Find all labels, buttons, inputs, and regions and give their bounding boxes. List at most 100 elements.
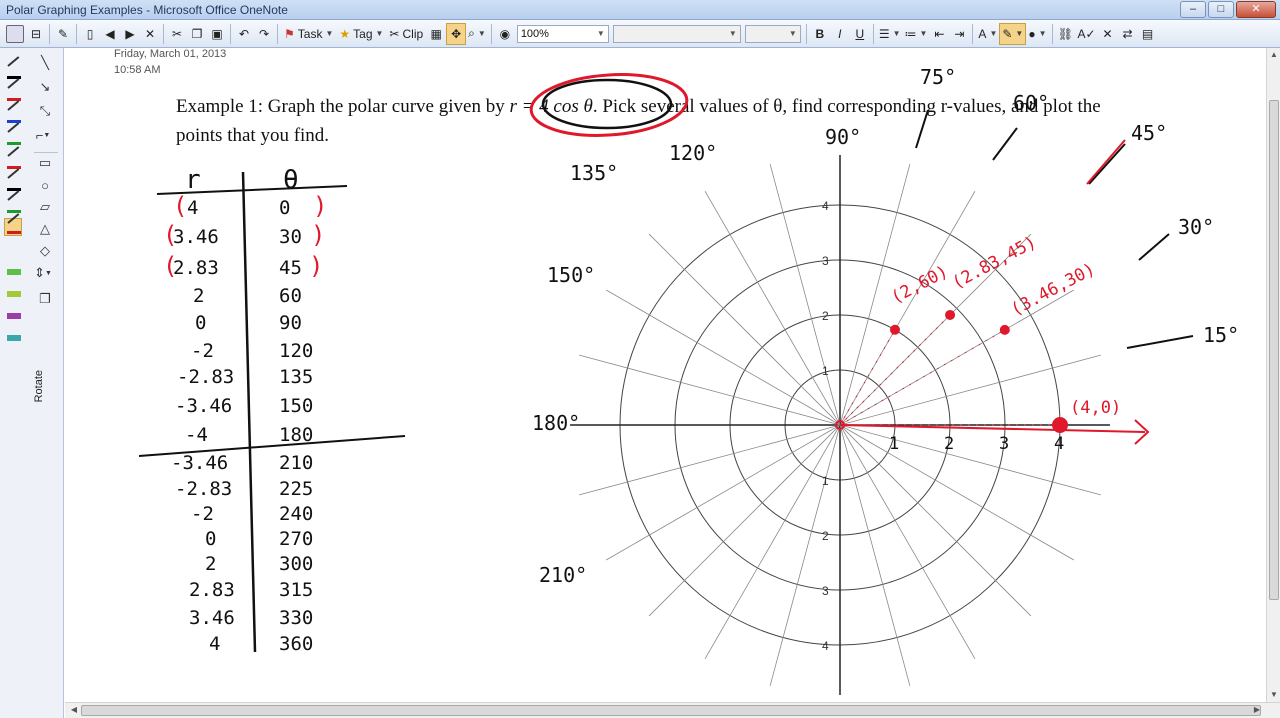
zoom-select[interactable]: 100% ▼ — [516, 24, 609, 43]
scroll-down-icon[interactable]: ▼ — [1267, 688, 1280, 702]
more-icon[interactable]: ▤ — [1138, 23, 1158, 45]
clip-button[interactable]: ✂ Clip — [386, 23, 426, 45]
red-paren: ) — [313, 192, 327, 220]
table-cell-theta: 60 — [279, 285, 302, 307]
table-cell-theta: 180 — [279, 424, 313, 446]
font-size-select[interactable]: ▼ — [744, 24, 801, 43]
vertical-scrollbar[interactable]: ▲ ▼ — [1266, 48, 1280, 702]
new-page-icon[interactable]: ▯ — [80, 23, 100, 45]
link-icon[interactable]: ⛓ — [1056, 23, 1076, 45]
font-select[interactable]: ▼ — [612, 24, 741, 43]
rectangle-tool-icon[interactable]: ▭ — [36, 154, 54, 172]
angle-tick-stroke — [1138, 233, 1170, 261]
highlight-icon[interactable]: ● ▼ — [1026, 23, 1048, 45]
copy-icon[interactable]: ❐ — [187, 23, 207, 45]
back-icon[interactable]: ◀ — [100, 23, 120, 45]
forward-icon[interactable]: ▶ — [120, 23, 140, 45]
parallelogram-tool-icon[interactable]: ▱ — [36, 198, 54, 216]
point-label: (2,60) — [888, 262, 952, 308]
lasso-icon[interactable]: ⌕ ▼ — [466, 23, 488, 45]
window-controls: – □ ✕ — [1180, 1, 1276, 18]
dock-icon[interactable]: ⊟ — [26, 23, 46, 45]
bold-icon[interactable]: B — [810, 23, 830, 45]
pen-icon[interactable]: ✎ — [53, 23, 73, 45]
angle-tick-stroke — [1088, 143, 1126, 185]
table-cell-theta: 45 — [279, 257, 302, 279]
undo-icon[interactable]: ↶ — [234, 23, 254, 45]
pen-green-icon[interactable] — [5, 122, 23, 146]
pan-icon[interactable]: ✥ — [446, 22, 467, 45]
insert-space-icon[interactable]: ⇕ ▼ — [34, 264, 52, 282]
pen-black-icon[interactable] — [5, 56, 23, 80]
arrow-tool-icon[interactable]: ↘ — [36, 78, 54, 96]
italic-icon[interactable]: I — [830, 23, 850, 45]
table-cell-r: -3.46 — [171, 452, 228, 474]
rotate-button[interactable]: Rotate — [33, 370, 45, 402]
pen-blue-icon[interactable] — [5, 100, 23, 124]
clear-format-icon[interactable]: ✕ — [1098, 23, 1118, 45]
task-button[interactable]: ⚑ Task ▼ — [281, 23, 336, 45]
redo-icon[interactable]: ↷ — [254, 23, 274, 45]
scissors-icon: ✂ — [389, 26, 400, 41]
pen-red-icon[interactable] — [5, 78, 23, 102]
scroll-right-icon[interactable]: ▶ — [1250, 703, 1264, 717]
minimize-button[interactable]: – — [1180, 1, 1206, 18]
table-cell-theta: 210 — [279, 452, 313, 474]
toolbar-separator — [230, 23, 231, 44]
angle-label: 90° — [825, 125, 861, 149]
spelling-icon[interactable]: A✓ — [1076, 23, 1098, 45]
title-bar: Polar Graphing Examples - Microsoft Offi… — [0, 0, 1280, 20]
scroll-left-icon[interactable]: ◀ — [67, 703, 81, 717]
font-color-icon[interactable]: A ▼ — [976, 23, 999, 45]
highlighter-teal-icon[interactable] — [5, 324, 23, 342]
pen-color-icon[interactable]: ✎ ▼ — [999, 22, 1027, 45]
ellipse-tool-icon[interactable]: ○ — [36, 176, 54, 194]
double-arrow-tool-icon[interactable]: ⤡ — [36, 102, 54, 120]
cut-icon[interactable]: ✂ — [167, 23, 187, 45]
angle-label: 30° — [1178, 215, 1214, 239]
line-tool-icon[interactable]: ╲ — [36, 54, 54, 72]
table-cell-theta: 225 — [279, 478, 313, 500]
arrange-icon[interactable]: ❐ — [36, 290, 54, 308]
triangle-tool-icon[interactable]: △ — [36, 220, 54, 238]
replace-icon[interactable]: ⇄ — [1118, 23, 1138, 45]
x-axis-tick-label: 2 — [944, 434, 954, 454]
toolbar-separator — [490, 23, 492, 44]
toolbar-separator — [972, 23, 974, 44]
page-view-icon[interactable] — [4, 23, 26, 45]
highlighter-pink-icon[interactable] — [5, 302, 23, 320]
globe-icon[interactable]: ◉ — [495, 23, 515, 45]
horizontal-scroll-thumb[interactable] — [81, 705, 1261, 716]
indent-icon[interactable]: ⇥ — [949, 23, 969, 45]
numbering-icon[interactable]: ≔ ▼ — [903, 23, 930, 45]
vertical-scroll-thumb[interactable] — [1269, 100, 1279, 600]
red-paren: ) — [311, 221, 325, 249]
chevron-down-icon: ▼ — [728, 29, 737, 38]
maximize-button[interactable]: □ — [1208, 1, 1234, 18]
pen-red2-icon[interactable] — [5, 146, 23, 170]
chevron-down-icon: ▼ — [375, 29, 384, 38]
toolbar-separator — [277, 23, 278, 44]
pen-green2-icon[interactable] — [5, 190, 23, 214]
highlighter-yellow-icon[interactable] — [5, 280, 23, 298]
close-button[interactable]: ✕ — [1236, 1, 1276, 18]
paste-icon[interactable]: ▣ — [207, 23, 227, 45]
bullets-icon[interactable]: ☰ ▼ — [877, 23, 903, 45]
underline-icon[interactable]: U — [850, 23, 870, 45]
axes-tool-icon[interactable]: ⌐ ▼ — [34, 126, 52, 144]
pen-black2-icon[interactable] — [5, 168, 23, 192]
tag-button[interactable]: ★ Tag ▼ — [336, 23, 386, 45]
point-label: (4,0) — [1070, 398, 1121, 418]
highlighter-green-icon[interactable] — [5, 258, 23, 276]
x-axis-tick-label: 3 — [999, 434, 1009, 454]
scroll-up-icon[interactable]: ▲ — [1267, 48, 1280, 62]
pen-selected-icon[interactable] — [4, 213, 22, 236]
table-icon[interactable]: ▦ — [426, 23, 446, 45]
outdent-icon[interactable]: ⇤ — [929, 23, 949, 45]
horizontal-scrollbar[interactable]: ◀ ▶ — [65, 702, 1280, 718]
delete-icon[interactable]: ✕ — [140, 23, 160, 45]
point-label: (3.46,30) — [1008, 259, 1099, 320]
y-axis-tick-label: 4 — [822, 199, 829, 213]
angle-label: 15° — [1203, 323, 1239, 347]
diamond-tool-icon[interactable]: ◇ — [36, 242, 54, 260]
